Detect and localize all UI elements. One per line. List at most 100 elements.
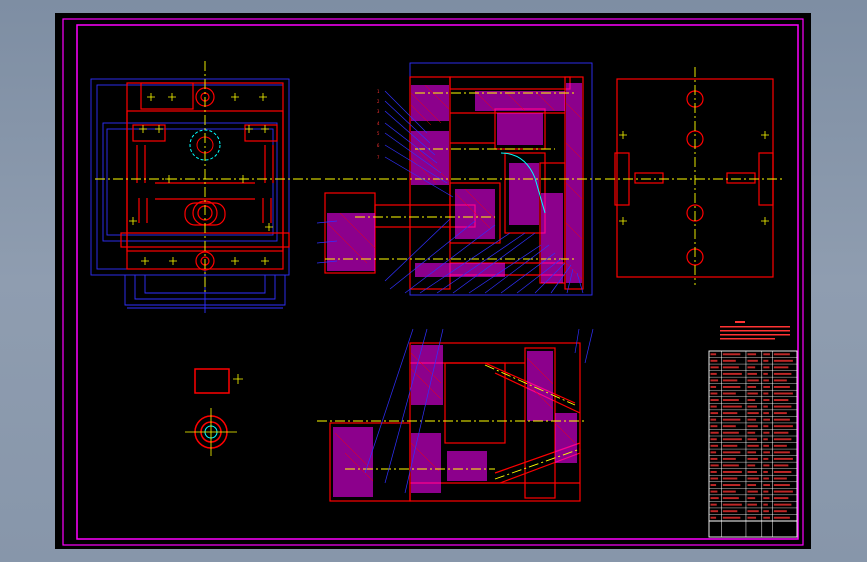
table-cell-text bbox=[710, 372, 717, 375]
table-cell-text bbox=[710, 392, 718, 395]
table-cell-text bbox=[710, 366, 719, 369]
table-cell-text bbox=[773, 353, 790, 356]
table-cell-text bbox=[710, 470, 717, 473]
table-cell-text bbox=[773, 418, 790, 421]
table-cell-text bbox=[710, 510, 719, 513]
table-cell-text bbox=[773, 497, 789, 500]
table-cell-text bbox=[722, 372, 742, 375]
table-cell-text bbox=[722, 425, 736, 428]
table-cell-text bbox=[773, 464, 789, 467]
table-cell-text bbox=[747, 457, 758, 460]
table-cell-text bbox=[747, 451, 757, 454]
table-cell-text bbox=[763, 457, 769, 460]
table-cell-text bbox=[773, 457, 793, 460]
table-cell-text bbox=[722, 359, 736, 362]
table-cell-text bbox=[747, 418, 757, 421]
table-cell-text bbox=[722, 510, 738, 513]
table-cell-text bbox=[710, 484, 717, 487]
table-cell-text bbox=[710, 503, 717, 506]
table-cell-text bbox=[710, 405, 717, 408]
table-cell-text bbox=[747, 385, 757, 388]
table-cell-text bbox=[710, 425, 718, 428]
table-cell-text bbox=[710, 497, 719, 500]
table-cell-text bbox=[773, 399, 789, 402]
table-cell-text bbox=[722, 503, 742, 506]
table-cell-text bbox=[722, 451, 741, 454]
table-cell-text bbox=[763, 464, 770, 467]
table-cell-text bbox=[747, 366, 756, 369]
table-cell-text bbox=[773, 470, 792, 473]
table-cell-text bbox=[773, 431, 789, 434]
table-cell-text bbox=[747, 372, 757, 375]
table-cell-text bbox=[722, 438, 742, 441]
cad-drawing-viewport[interactable]: 1 2 3 4 5 6 7 bbox=[55, 13, 811, 549]
table-cell-text bbox=[763, 399, 770, 402]
table-cell-text bbox=[722, 366, 739, 369]
table-cell-text bbox=[747, 503, 757, 506]
svg-text:4: 4 bbox=[377, 121, 380, 126]
table-cell-text bbox=[747, 464, 756, 467]
table-cell-text bbox=[710, 399, 719, 402]
table-cell-text bbox=[722, 470, 742, 473]
table-cell-text bbox=[722, 497, 739, 500]
lower-section-view bbox=[317, 328, 594, 502]
table-cell-text bbox=[747, 490, 758, 493]
table-cell-text bbox=[710, 379, 719, 382]
parts-list-table bbox=[708, 350, 798, 538]
table-cell-text bbox=[773, 490, 793, 493]
table-cell-text bbox=[763, 431, 770, 434]
table-cell-text bbox=[747, 438, 757, 441]
table-cell-text bbox=[747, 484, 757, 487]
table-cell-text bbox=[763, 359, 769, 362]
table-cell-text bbox=[763, 418, 770, 421]
table-cell-text bbox=[747, 425, 758, 428]
table-cell-text bbox=[763, 372, 768, 375]
table-cell-text bbox=[722, 464, 739, 467]
table-cell-text bbox=[773, 444, 787, 447]
table-cell-text bbox=[747, 477, 759, 480]
table-cell-text bbox=[722, 412, 738, 415]
table-cell-text bbox=[763, 444, 769, 447]
table-cell-text bbox=[722, 353, 741, 356]
table-cell-text bbox=[710, 359, 718, 362]
table-cell-text bbox=[722, 399, 739, 402]
svg-text:7: 7 bbox=[377, 155, 380, 160]
table-cell-text bbox=[773, 372, 792, 375]
table-cell-text bbox=[763, 366, 770, 369]
table-cell-text bbox=[710, 385, 717, 388]
table-cell-text bbox=[710, 457, 718, 460]
right-side-view bbox=[605, 67, 783, 285]
table-cell-text bbox=[747, 405, 757, 408]
table-cell-text bbox=[747, 444, 759, 447]
table-cell-text bbox=[763, 405, 768, 408]
table-cell-text bbox=[773, 385, 790, 388]
table-cell-text bbox=[747, 399, 756, 402]
table-cell-text bbox=[722, 405, 742, 408]
table-cell-text bbox=[763, 503, 768, 506]
table-cell-text bbox=[763, 510, 769, 513]
table-cell-text bbox=[763, 470, 768, 473]
table-cell-text bbox=[773, 503, 792, 506]
table-cell-text bbox=[722, 418, 741, 421]
table-cell-text bbox=[773, 405, 792, 408]
table-cell-text bbox=[747, 431, 756, 434]
table-cell-text bbox=[722, 431, 739, 434]
table-cell-text bbox=[747, 353, 757, 356]
table-cell-text bbox=[773, 484, 790, 487]
table-cell-text bbox=[747, 470, 757, 473]
table-cell-text bbox=[773, 510, 787, 513]
table-cell-text bbox=[710, 412, 719, 415]
table-cell-text bbox=[710, 464, 719, 467]
table-cell-text bbox=[722, 477, 738, 480]
table-cell-text bbox=[722, 444, 738, 447]
table-cell-text bbox=[747, 516, 757, 519]
table-cell-text bbox=[710, 490, 718, 493]
table-cell-text bbox=[773, 425, 793, 428]
table-cell-text bbox=[773, 412, 787, 415]
table-cell-text bbox=[722, 457, 736, 460]
table-cell-text bbox=[763, 385, 770, 388]
svg-text:3: 3 bbox=[377, 109, 380, 114]
table-cell-text bbox=[773, 477, 787, 480]
table-cell-text bbox=[763, 438, 768, 441]
svg-text:5: 5 bbox=[377, 131, 380, 136]
